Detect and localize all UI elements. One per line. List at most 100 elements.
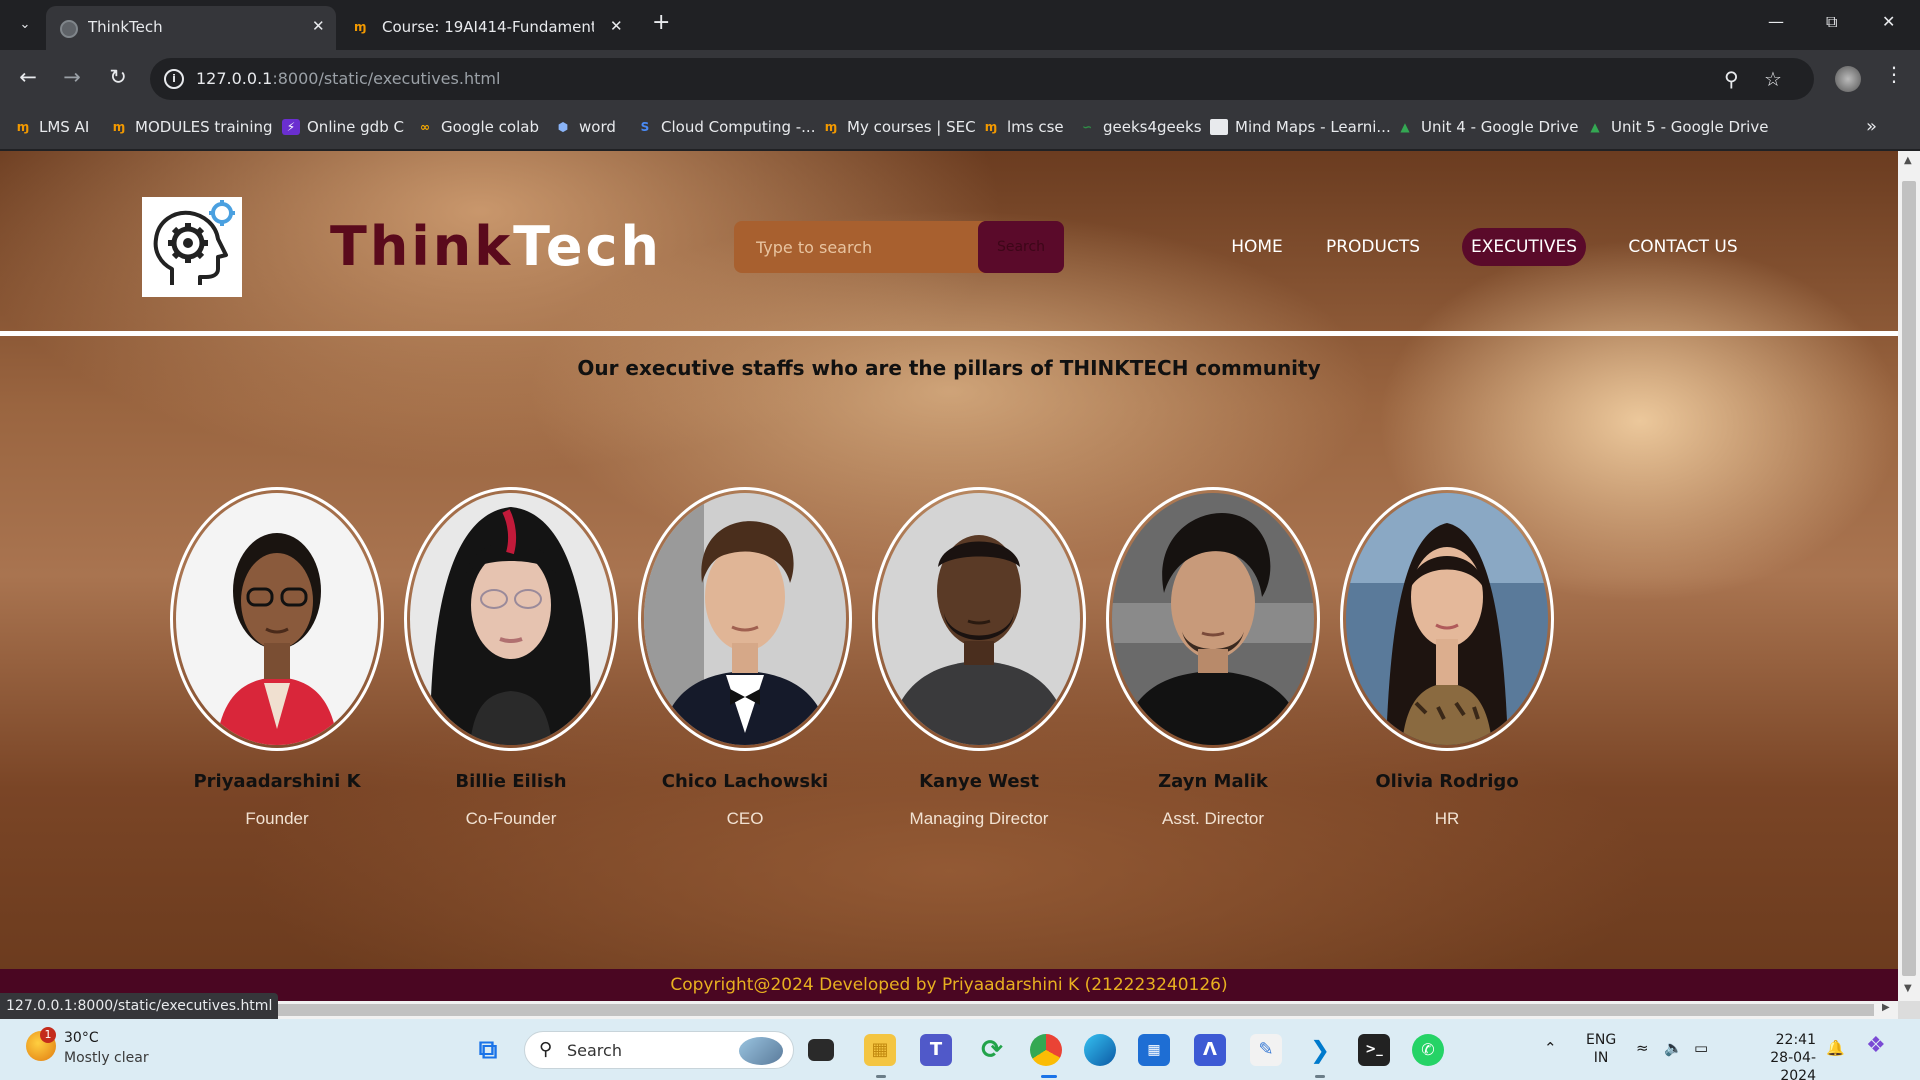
terminal-icon[interactable]: >_ xyxy=(1358,1034,1390,1066)
bookmark-item[interactable]: ▲ Unit 4 - Google Drive xyxy=(1396,118,1578,136)
new-tab-button[interactable]: + xyxy=(652,10,670,35)
zoom-icon[interactable]: ⚲ xyxy=(1724,67,1739,91)
bookmark-item[interactable]: ɱ lms cse xyxy=(982,118,1064,136)
explorer-active-indicator xyxy=(876,1075,886,1078)
vertical-scrollbar[interactable]: ▲ ▼ xyxy=(1898,151,1920,1001)
tab-search-chevron-icon[interactable]: ⌄ xyxy=(14,14,36,36)
battery-icon[interactable]: ▭ xyxy=(1694,1039,1708,1057)
wifi-icon[interactable]: ≈ xyxy=(1636,1039,1649,1057)
sync-app-icon[interactable]: ⟳ xyxy=(976,1034,1008,1066)
restore-icon[interactable]: ⧉ xyxy=(1826,12,1837,32)
teams-icon[interactable]: T xyxy=(920,1034,952,1066)
bookmark-item[interactable]: ⬢ word xyxy=(554,118,616,136)
bookmark-item[interactable]: ɱ LMS AI xyxy=(14,118,90,136)
bookmark-item[interactable]: S Cloud Computing -... xyxy=(636,118,816,136)
bookmark-label: Mind Maps - Learni... xyxy=(1235,118,1391,136)
bookmark-item[interactable]: ɱ MODULES training xyxy=(110,118,273,136)
taskbar-search[interactable]: ⚲ Search xyxy=(524,1031,794,1069)
tab-thinktech[interactable]: ThinkTech ✕ xyxy=(46,6,336,50)
close-tab-icon[interactable]: ✕ xyxy=(312,17,325,35)
url-text[interactable]: 127.0.0.1:8000/static/executives.html xyxy=(196,69,500,88)
store-icon[interactable]: ▦ xyxy=(1138,1034,1170,1066)
person-portrait-icon xyxy=(410,493,612,745)
windows-start-icon[interactable]: ⧉ xyxy=(472,1034,504,1066)
executive-role: Managing Director xyxy=(909,809,1049,828)
colab-icon: ∞ xyxy=(420,120,430,134)
input-language[interactable]: ENG IN xyxy=(1586,1031,1616,1067)
bookmark-item[interactable]: ⚡ Online gdb C xyxy=(282,118,404,136)
address-bar[interactable]: i 127.0.0.1:8000/static/executives.html … xyxy=(150,58,1814,100)
bookmark-item[interactable]: ▲ Unit 5 - Google Drive xyxy=(1586,118,1768,136)
browser-toolbar: ← → ↻ i 127.0.0.1:8000/static/executives… xyxy=(0,50,1920,108)
edge-icon[interactable] xyxy=(1084,1034,1116,1066)
search-input[interactable] xyxy=(734,221,984,273)
site-search: Search xyxy=(734,221,1064,273)
minimize-icon[interactable]: — xyxy=(1768,12,1784,31)
bookmark-label: Online gdb C xyxy=(307,118,404,136)
python-file-icon[interactable]: ✎ xyxy=(1250,1034,1282,1066)
chrome-icon[interactable] xyxy=(1030,1034,1062,1066)
tab-course[interactable]: ɱ Course: 19AI414-Fundamentals ✕ xyxy=(340,6,630,50)
file-explorer-icon[interactable]: ▦ xyxy=(864,1034,896,1066)
reload-icon[interactable]: ↻ xyxy=(104,65,132,89)
nav-contact-us[interactable]: CONTACT US xyxy=(1622,228,1744,266)
moodle-icon: ɱ xyxy=(16,120,30,134)
app-icon[interactable]: Λ xyxy=(1194,1034,1226,1066)
search-button[interactable]: Search xyxy=(978,221,1064,273)
horizontal-scrollbar[interactable]: ▶ xyxy=(0,1001,1898,1019)
weather-description[interactable]: Mostly clear xyxy=(64,1050,149,1066)
copilot-icon[interactable]: ❖ xyxy=(1866,1033,1886,1058)
notification-badge: 1 xyxy=(40,1027,56,1043)
bookmark-label: My courses | SEC xyxy=(847,118,976,136)
bookmark-label: Unit 5 - Google Drive xyxy=(1611,118,1769,136)
vscode-icon[interactable]: ❯ xyxy=(1304,1034,1336,1066)
site-logo[interactable] xyxy=(142,197,242,297)
executive-name: Kanye West xyxy=(919,771,1039,792)
scroll-right-icon[interactable]: ▶ xyxy=(1882,1002,1890,1013)
gdb-icon: ⚡ xyxy=(282,119,300,135)
forward-icon[interactable]: → xyxy=(58,65,86,89)
nav-home[interactable]: HOME xyxy=(1224,228,1290,266)
volume-icon[interactable]: 🔈 xyxy=(1664,1039,1683,1057)
word-icon: ⬢ xyxy=(557,120,569,134)
scrollbar-thumb[interactable] xyxy=(4,1004,1874,1016)
executive-card: Billie Eilish Co-Founder xyxy=(404,487,618,829)
executive-photo xyxy=(170,487,384,751)
tab-title: ThinkTech xyxy=(88,18,163,36)
notifications-bell-icon[interactable]: 🔔 xyxy=(1826,1039,1845,1057)
more-bookmarks-icon[interactable]: » xyxy=(1866,116,1877,137)
profile-avatar[interactable] xyxy=(1835,66,1861,92)
person-portrait-icon xyxy=(1346,493,1548,745)
bookmark-item[interactable]: ∞ Google colab xyxy=(416,118,539,136)
executive-role: Founder xyxy=(245,809,309,828)
scroll-up-icon[interactable]: ▲ xyxy=(1904,155,1912,166)
browser-menu-icon[interactable]: ⋮ xyxy=(1884,62,1904,86)
whatsapp-icon[interactable]: ✆ xyxy=(1412,1034,1444,1066)
executive-card: Chico Lachowski CEO xyxy=(638,487,852,829)
bookmark-item[interactable]: ∽ geeks4geeks xyxy=(1078,118,1202,136)
show-hidden-icons-icon[interactable]: ⌃ xyxy=(1544,1039,1557,1057)
executive-photo xyxy=(1106,487,1320,751)
scrollbar-corner xyxy=(1898,1001,1920,1019)
executive-name: Chico Lachowski xyxy=(661,771,829,792)
site-info-icon[interactable]: i xyxy=(164,69,184,89)
close-tab-icon[interactable]: ✕ xyxy=(610,17,623,35)
executive-photo xyxy=(1340,487,1554,751)
bookmark-star-icon[interactable]: ☆ xyxy=(1764,67,1782,91)
system-clock[interactable]: 22:41 28-04-2024 xyxy=(1736,1031,1816,1080)
close-window-icon[interactable]: ✕ xyxy=(1882,12,1895,31)
scroll-down-icon[interactable]: ▼ xyxy=(1904,983,1912,994)
nav-products[interactable]: PRODUCTS xyxy=(1320,228,1426,266)
back-icon[interactable]: ← xyxy=(14,65,42,89)
executive-role: Co-Founder xyxy=(465,809,557,828)
vscode-active-indicator xyxy=(1315,1075,1325,1078)
bookmark-item[interactable]: Mind Maps - Learni... xyxy=(1210,118,1391,136)
task-view-icon[interactable] xyxy=(808,1039,834,1061)
header-divider xyxy=(0,331,1898,336)
nav-executives[interactable]: EXECUTIVES xyxy=(1462,228,1586,266)
weather-temperature[interactable]: 30°C xyxy=(64,1030,99,1046)
bookmark-item[interactable]: ɱ My courses | SEC xyxy=(822,118,976,136)
executive-card: Kanye West Managing Director xyxy=(872,487,1086,829)
scrollbar-thumb[interactable] xyxy=(1902,181,1916,976)
brand-think: Think xyxy=(330,215,514,278)
